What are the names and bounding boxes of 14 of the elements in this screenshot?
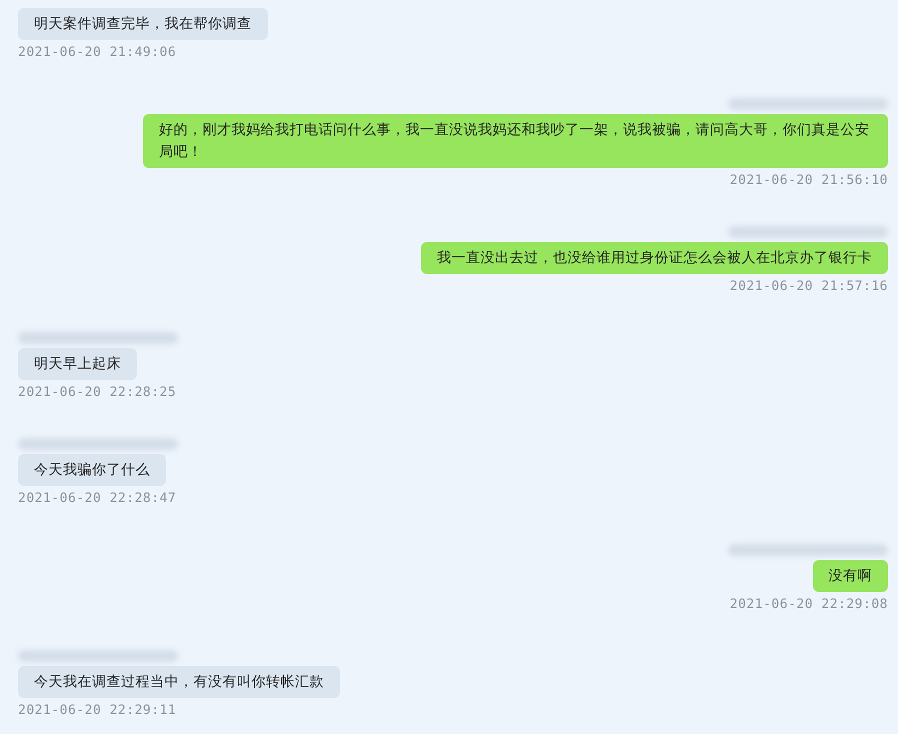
message-bubble: 明天早上起床 [18, 348, 137, 380]
message-timestamp: 2021-06-20 22:28:47 [18, 490, 176, 508]
message-bubble: 没有啊 [812, 560, 888, 592]
message-bubble: 好的，刚才我妈给我打电话问什么事，我一直没说我妈还和我吵了一架，说我被骗，请问高大哥，你们真是公安局吧！ [143, 114, 888, 168]
message-timestamp: 2021-06-20 22:29:08 [730, 596, 888, 614]
message-timestamp: 2021-06-20 22:28:25 [18, 384, 176, 402]
message-bubble: 明天案件调查完毕，我在帮你调查 [18, 8, 268, 40]
message-timestamp: 2021-06-20 22:29:11 [18, 702, 176, 720]
message-bubble: 今天我骗你了什么 [18, 454, 166, 486]
message-timestamp: 2021-06-20 21:49:06 [18, 44, 176, 62]
message-timestamp: 2021-06-20 21:56:10 [730, 172, 888, 190]
message-bubble: 今天我在调查过程当中，有没有叫你转帐汇款 [18, 666, 340, 698]
message-bubble: 我一直没出去过，也没给谁用过身份证怎么会被人在北京办了银行卡 [421, 242, 888, 274]
message-timestamp: 2021-06-20 21:57:16 [730, 278, 888, 296]
